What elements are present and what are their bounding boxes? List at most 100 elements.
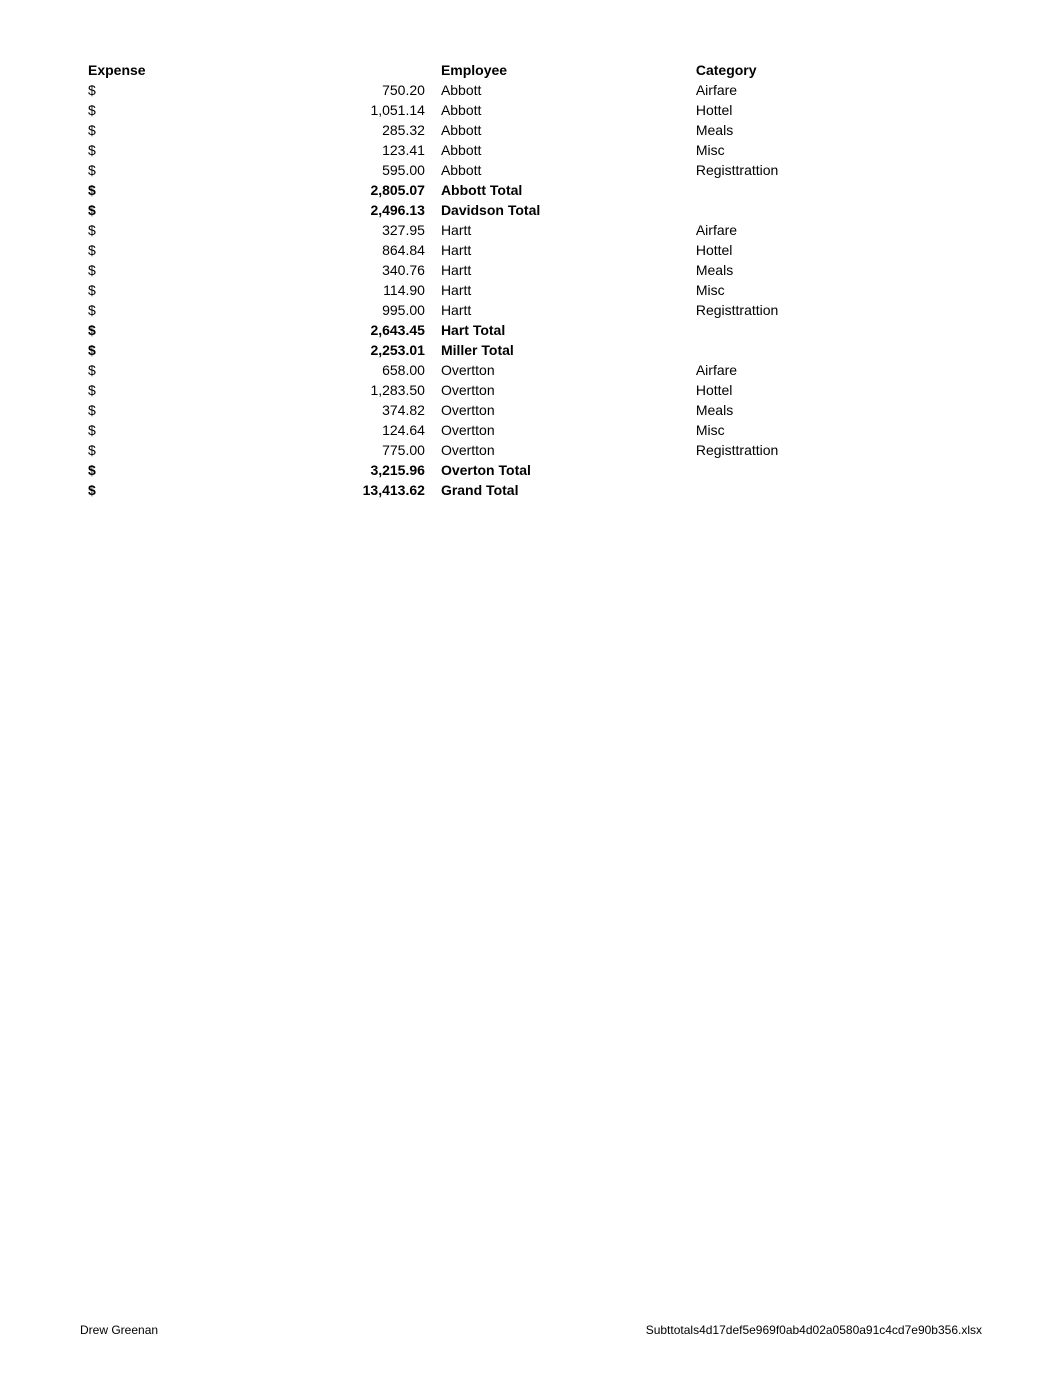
category-cell: Registtrattion — [688, 440, 982, 460]
amount-cell: 864.84 — [237, 240, 433, 260]
employee-cell: Overtton — [433, 420, 688, 440]
amount-cell: 595.00 — [237, 160, 433, 180]
dollar-sign: $ — [80, 160, 237, 180]
employee-cell: Overtton — [433, 360, 688, 380]
amount-cell: 13,413.62 — [237, 480, 433, 500]
category-cell — [688, 180, 982, 200]
table-row: $595.00AbbottRegisttrattion — [80, 160, 982, 180]
employee-cell: Overton Total — [433, 460, 688, 480]
footer-author: Drew Greenan — [80, 1323, 158, 1337]
table-row: $775.00OverttonRegisttrattion — [80, 440, 982, 460]
amount-cell: 327.95 — [237, 220, 433, 240]
employee-cell: Overtton — [433, 440, 688, 460]
category-cell — [688, 460, 982, 480]
amount-cell: 3,215.96 — [237, 460, 433, 480]
dollar-sign: $ — [80, 460, 237, 480]
table-row: $995.00HarttRegisttrattion — [80, 300, 982, 320]
amount-cell: 750.20 — [237, 80, 433, 100]
dollar-sign: $ — [80, 100, 237, 120]
employee-cell: Hartt — [433, 240, 688, 260]
dollar-sign: $ — [80, 140, 237, 160]
amount-cell: 2,643.45 — [237, 320, 433, 340]
table-row: $1,051.14AbbottHottel — [80, 100, 982, 120]
employee-cell: Overtton — [433, 400, 688, 420]
dollar-sign: $ — [80, 220, 237, 240]
header-expense: Expense — [80, 60, 237, 80]
employee-cell: Miller Total — [433, 340, 688, 360]
header-category: Category — [688, 60, 982, 80]
employee-cell: Hartt — [433, 280, 688, 300]
amount-cell: 123.41 — [237, 140, 433, 160]
employee-cell: Overtton — [433, 380, 688, 400]
dollar-sign: $ — [80, 480, 237, 500]
dollar-sign: $ — [80, 420, 237, 440]
table-row: $285.32AbbottMeals — [80, 120, 982, 140]
dollar-sign: $ — [80, 80, 237, 100]
dollar-sign: $ — [80, 280, 237, 300]
category-cell: Airfare — [688, 80, 982, 100]
category-cell: Misc — [688, 280, 982, 300]
category-cell: Misc — [688, 420, 982, 440]
category-cell: Registtrattion — [688, 160, 982, 180]
table-row: $13,413.62Grand Total — [80, 480, 982, 500]
table-row: $340.76HarttMeals — [80, 260, 982, 280]
amount-cell: 2,805.07 — [237, 180, 433, 200]
header-employee: Employee — [433, 60, 688, 80]
dollar-sign: $ — [80, 400, 237, 420]
expense-table: Expense Employee Category $750.20AbbottA… — [80, 60, 982, 500]
amount-cell: 775.00 — [237, 440, 433, 460]
category-cell: Hottel — [688, 240, 982, 260]
amount-cell: 2,496.13 — [237, 200, 433, 220]
table-row: $2,496.13Davidson Total — [80, 200, 982, 220]
amount-cell: 374.82 — [237, 400, 433, 420]
dollar-sign: $ — [80, 120, 237, 140]
table-row: $3,215.96Overton Total — [80, 460, 982, 480]
category-cell — [688, 480, 982, 500]
footer-filename: Subttotals4d17def5e969f0ab4d02a0580a91c4… — [646, 1323, 982, 1337]
category-cell: Airfare — [688, 360, 982, 380]
table-row: $124.64OverttonMisc — [80, 420, 982, 440]
dollar-sign: $ — [80, 240, 237, 260]
category-cell: Registtrattion — [688, 300, 982, 320]
employee-cell: Abbott — [433, 160, 688, 180]
employee-cell: Hartt — [433, 300, 688, 320]
category-cell: Meals — [688, 260, 982, 280]
dollar-sign: $ — [80, 360, 237, 380]
category-cell — [688, 200, 982, 220]
employee-cell: Grand Total — [433, 480, 688, 500]
employee-cell: Hartt — [433, 260, 688, 280]
table-row: $750.20AbbottAirfare — [80, 80, 982, 100]
dollar-sign: $ — [80, 180, 237, 200]
employee-cell: Davidson Total — [433, 200, 688, 220]
dollar-sign: $ — [80, 340, 237, 360]
category-cell: Hottel — [688, 380, 982, 400]
employee-cell: Abbott Total — [433, 180, 688, 200]
footer: Drew Greenan Subttotals4d17def5e969f0ab4… — [80, 1323, 982, 1337]
category-cell: Hottel — [688, 100, 982, 120]
category-cell — [688, 320, 982, 340]
dollar-sign: $ — [80, 440, 237, 460]
header-amount — [237, 60, 433, 80]
amount-cell: 124.64 — [237, 420, 433, 440]
employee-cell: Abbott — [433, 120, 688, 140]
dollar-sign: $ — [80, 380, 237, 400]
amount-cell: 995.00 — [237, 300, 433, 320]
amount-cell: 114.90 — [237, 280, 433, 300]
category-cell: Misc — [688, 140, 982, 160]
table-row: $2,253.01Miller Total — [80, 340, 982, 360]
table-row: $2,643.45Hart Total — [80, 320, 982, 340]
table-row: $1,283.50OverttonHottel — [80, 380, 982, 400]
category-cell: Meals — [688, 120, 982, 140]
table-row: $2,805.07Abbott Total — [80, 180, 982, 200]
table-row: $123.41AbbottMisc — [80, 140, 982, 160]
amount-cell: 285.32 — [237, 120, 433, 140]
category-cell: Meals — [688, 400, 982, 420]
dollar-sign: $ — [80, 300, 237, 320]
amount-cell: 2,253.01 — [237, 340, 433, 360]
dollar-sign: $ — [80, 320, 237, 340]
amount-cell: 340.76 — [237, 260, 433, 280]
employee-cell: Hart Total — [433, 320, 688, 340]
table-row: $114.90HarttMisc — [80, 280, 982, 300]
amount-cell: 1,283.50 — [237, 380, 433, 400]
employee-cell: Abbott — [433, 140, 688, 160]
